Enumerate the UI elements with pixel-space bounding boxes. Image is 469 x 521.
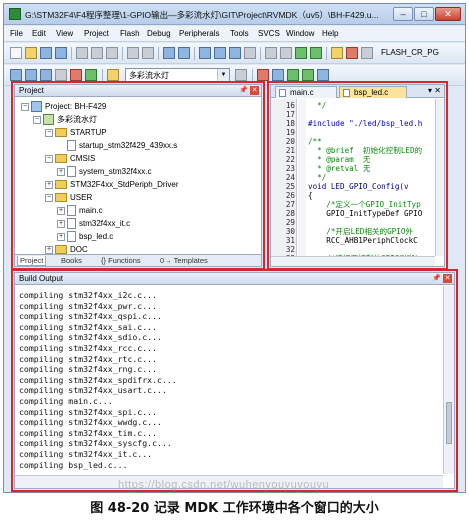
menu-svcs[interactable]: SVCS	[258, 29, 280, 38]
close-button[interactable]: ✕	[435, 7, 461, 21]
unindent-icon[interactable]	[280, 47, 292, 59]
target-options-icon[interactable]	[235, 69, 247, 81]
open-file-icon[interactable]	[25, 47, 37, 59]
next-bookmark-icon[interactable]	[229, 47, 241, 59]
menu-file[interactable]: File	[10, 29, 23, 38]
comment-icon[interactable]	[295, 47, 307, 59]
nav-forward-icon[interactable]	[178, 47, 190, 59]
file-extensions-icon[interactable]	[257, 69, 269, 81]
manage-rte-icon[interactable]	[272, 69, 284, 81]
download-icon[interactable]	[85, 69, 97, 81]
nav-back-icon[interactable]	[163, 47, 175, 59]
watermark: https://blog.csdn.net/wuhenyouyuyouyu	[118, 479, 330, 491]
menu-view[interactable]: View	[56, 29, 73, 38]
maximize-button[interactable]: □	[414, 7, 434, 21]
flash-target-label[interactable]: FLASH_CR_PG	[381, 48, 439, 57]
toolbar-separator	[158, 47, 159, 60]
prev-bookmark-icon[interactable]	[214, 47, 226, 59]
paste-icon[interactable]	[106, 47, 118, 59]
pack-installer-icon[interactable]	[302, 69, 314, 81]
find-icon[interactable]	[361, 47, 373, 59]
toolbar-separator	[71, 47, 72, 60]
undo-icon[interactable]	[127, 47, 139, 59]
minimize-button[interactable]: –	[393, 7, 413, 21]
highlight-build-output-window	[11, 269, 458, 492]
toolbar-separator	[326, 47, 327, 60]
save-icon[interactable]	[40, 47, 52, 59]
menu-debug[interactable]: Debug	[147, 29, 171, 38]
translate-icon[interactable]	[10, 69, 22, 81]
toolbar-separator	[194, 47, 195, 60]
bookmark-icon[interactable]	[199, 47, 211, 59]
rte-components-icon[interactable]	[317, 69, 329, 81]
flash-icon[interactable]	[346, 47, 358, 59]
cut-icon[interactable]	[76, 47, 88, 59]
target-icon	[107, 69, 119, 81]
highlight-project-window	[11, 81, 265, 270]
new-file-icon[interactable]	[10, 47, 22, 59]
menu-tools[interactable]: Tools	[230, 29, 249, 38]
target-select-value: 多彩流水灯	[129, 71, 169, 80]
menu-peripherals[interactable]: Peripherals	[179, 29, 219, 38]
save-all-icon[interactable]	[55, 47, 67, 59]
menu-flash[interactable]: Flash	[120, 29, 140, 38]
menu-help[interactable]: Help	[322, 29, 338, 38]
copy-icon[interactable]	[91, 47, 103, 59]
window-title: G:\STM32F4\F4程序整理\1-GPIO输出—多彩流水灯\GIT\Pro…	[25, 10, 379, 20]
toolbar-separator	[260, 47, 261, 60]
select-packs-icon[interactable]	[287, 69, 299, 81]
highlight-editor-window	[267, 81, 448, 270]
menu-project[interactable]: Project	[84, 29, 109, 38]
stop-build-icon[interactable]	[70, 69, 82, 81]
menu-bar: File Edit View Project Flash Debug Perip…	[4, 26, 465, 42]
batch-build-icon[interactable]	[55, 69, 67, 81]
menu-edit[interactable]: Edit	[32, 29, 46, 38]
clear-bookmarks-icon[interactable]	[244, 47, 256, 59]
redo-icon[interactable]	[142, 47, 154, 59]
toolbar-separator	[122, 47, 123, 60]
figure-caption: 图 48-20 记录 MDK 工作环境中各个窗口的大小	[90, 501, 379, 516]
indent-icon[interactable]	[265, 47, 277, 59]
uncomment-icon[interactable]	[310, 47, 322, 59]
ide-window: G:\STM32F4\F4程序整理\1-GPIO输出—多彩流水灯\GIT\Pro…	[3, 3, 466, 493]
title-bar: G:\STM32F4\F4程序整理\1-GPIO输出—多彩流水灯\GIT\Pro…	[4, 4, 465, 25]
find-in-files-icon[interactable]	[331, 47, 343, 59]
rebuild-icon[interactable]	[40, 69, 52, 81]
build-icon[interactable]	[25, 69, 37, 81]
menu-window[interactable]: Window	[286, 29, 314, 38]
keil-app-icon	[9, 8, 21, 20]
file-toolbar: FLASH_CR_PG	[4, 43, 465, 64]
